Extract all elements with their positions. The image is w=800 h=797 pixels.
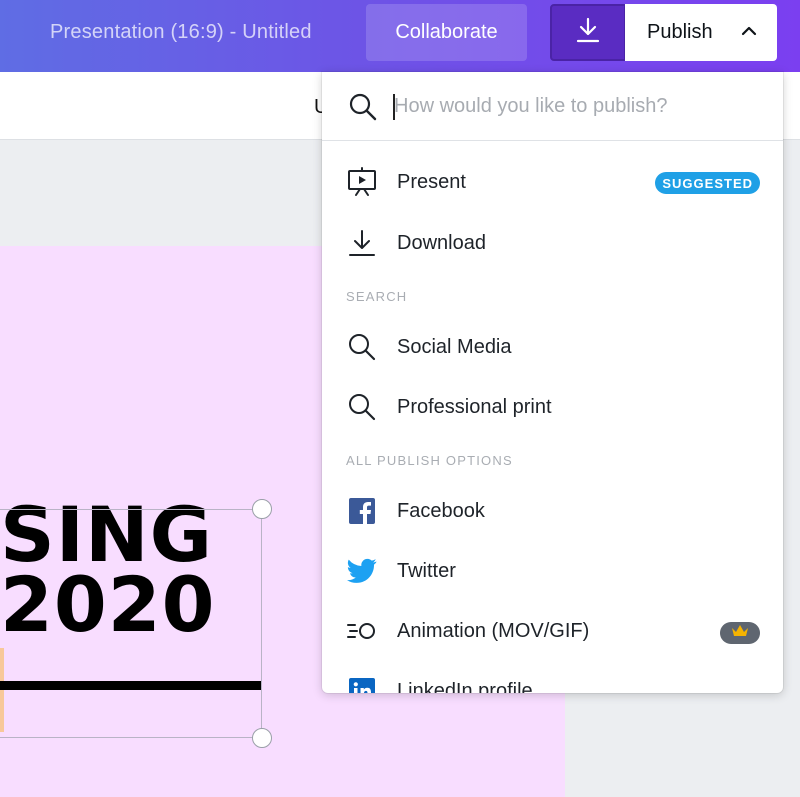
menu-item-label: Animation (MOV/GIF) xyxy=(397,619,590,642)
animation-icon xyxy=(346,616,378,646)
search-icon xyxy=(348,92,378,127)
crown-icon xyxy=(731,624,749,643)
twitter-icon xyxy=(346,556,378,586)
chevron-up-icon xyxy=(741,22,757,45)
menu-item-label: Facebook xyxy=(397,499,485,522)
menu-item-download[interactable]: Download xyxy=(322,214,783,272)
suggested-badge: SUGGESTED xyxy=(655,172,760,194)
publish-menu: Present SUGGESTED Download SEARCH Social… xyxy=(322,72,783,693)
collaborate-button[interactable]: Collaborate xyxy=(366,4,527,61)
present-icon xyxy=(346,167,378,197)
selection-box xyxy=(0,509,262,738)
menu-item-facebook[interactable]: Facebook xyxy=(322,482,783,540)
publish-search xyxy=(322,72,783,141)
menu-item-animation[interactable]: Animation (MOV/GIF) xyxy=(322,602,783,660)
publish-search-input[interactable] xyxy=(394,90,754,122)
download-icon xyxy=(346,228,378,258)
download-button[interactable] xyxy=(550,4,626,61)
search-icon xyxy=(346,332,378,362)
facebook-icon xyxy=(346,496,378,526)
section-header-search: SEARCH xyxy=(346,289,408,304)
resize-handle-bottom-right[interactable] xyxy=(252,728,272,748)
document-title[interactable]: Presentation (16:9) - Untitled xyxy=(50,21,312,44)
menu-item-present[interactable]: Present SUGGESTED xyxy=(322,153,783,211)
menu-item-label: LinkedIn profile xyxy=(397,679,533,694)
menu-item-twitter[interactable]: Twitter xyxy=(322,542,783,600)
publish-button[interactable]: Publish xyxy=(625,4,777,61)
pro-badge xyxy=(720,622,760,644)
linkedin-icon xyxy=(346,676,378,693)
menu-item-label: Present xyxy=(397,170,466,193)
top-bar: Presentation (16:9) - Untitled Collabora… xyxy=(0,0,800,72)
publish-label: Publish xyxy=(647,21,713,43)
search-icon xyxy=(346,392,378,422)
menu-item-label: Download xyxy=(397,231,486,254)
menu-item-label: Social Media xyxy=(397,335,512,358)
resize-handle-top-right[interactable] xyxy=(252,499,272,519)
menu-item-linkedin[interactable]: LinkedIn profile xyxy=(322,662,783,693)
menu-item-label: Professional print xyxy=(397,395,552,418)
section-header-all-options: ALL PUBLISH OPTIONS xyxy=(346,453,513,468)
menu-item-label: Twitter xyxy=(397,559,456,582)
menu-item-professional-print[interactable]: Professional print xyxy=(322,378,783,436)
download-icon xyxy=(574,16,602,49)
menu-item-social-media[interactable]: Social Media xyxy=(322,318,783,376)
